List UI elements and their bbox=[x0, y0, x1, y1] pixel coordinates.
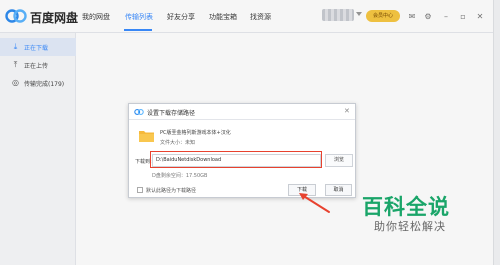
file-name: PC版圣金格列斯游戏本体+汉化 bbox=[160, 130, 231, 136]
dialog-close-icon[interactable]: ✕ bbox=[344, 107, 350, 116]
baidu-netdisk-logo-icon bbox=[134, 109, 144, 115]
default-path-checkbox[interactable] bbox=[137, 187, 143, 193]
red-arrow-annotation-icon bbox=[299, 193, 330, 213]
dialog-title: 设置下载存储路径 bbox=[147, 110, 196, 117]
watermark-subtitle: 助你轻松解决 bbox=[374, 220, 446, 233]
path-highlight-box bbox=[150, 151, 322, 168]
browse-button[interactable]: 浏览 bbox=[325, 154, 353, 167]
file-size: 文件大小：未知 bbox=[160, 140, 196, 146]
disk-space-info: D盘剩余空间：17.50GB bbox=[152, 173, 208, 179]
folder-icon bbox=[139, 131, 154, 142]
watermark-title: 百科全说 bbox=[362, 195, 450, 219]
default-path-checkbox-label: 默认此路径为下载路径 bbox=[146, 188, 197, 194]
dialog-header: 设置下载存储路径 ✕ bbox=[129, 104, 355, 120]
